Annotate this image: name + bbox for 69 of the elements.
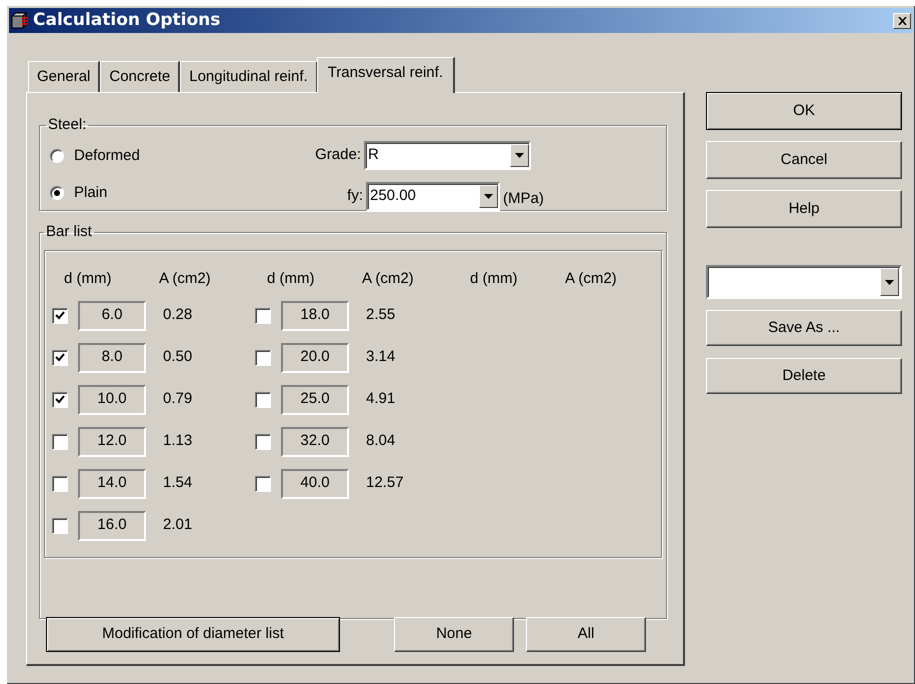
- profile-dropdown[interactable]: [706, 265, 902, 299]
- area-value: 0.28: [163, 305, 192, 326]
- app-icon: [11, 12, 29, 30]
- tab[interactable]: Concrete: [100, 61, 180, 92]
- dialog-button[interactable]: OK: [706, 92, 902, 130]
- checkbox[interactable]: [255, 350, 271, 366]
- column-header: d (mm): [64, 268, 112, 288]
- diameter-field[interactable]: 6.0: [78, 300, 146, 330]
- area-value: 0.50: [163, 347, 192, 368]
- column-header: A (cm2): [362, 268, 414, 288]
- group-title: Bar list: [45, 222, 93, 242]
- radio-label: Deformed: [74, 146, 140, 166]
- area-value: 4.91: [366, 389, 396, 410]
- grade-dropdown[interactable]: R: [364, 140, 531, 170]
- column-header: d (mm): [470, 268, 518, 288]
- diameter-field[interactable]: 12.0: [78, 426, 146, 456]
- checkmark-icon: [55, 353, 65, 362]
- area-value: 0.79: [163, 389, 192, 410]
- all-button[interactable]: All: [526, 616, 646, 652]
- dialog-button[interactable]: Help: [706, 190, 902, 228]
- diameter-field[interactable]: 14.0: [78, 468, 146, 498]
- checkbox[interactable]: [52, 518, 68, 534]
- tab[interactable]: Transversal reinf.: [316, 57, 455, 93]
- radio-button[interactable]: [50, 148, 64, 163]
- checkbox[interactable]: [52, 392, 68, 408]
- diameter-field[interactable]: 32.0: [281, 426, 349, 456]
- diameter-field[interactable]: 40.0: [281, 468, 349, 498]
- area-value: 12.57: [366, 473, 404, 494]
- checkbox[interactable]: [255, 476, 271, 492]
- diameter-field[interactable]: 25.0: [281, 384, 349, 414]
- area-value: 2.01: [163, 515, 192, 536]
- area-value: 3.14: [366, 347, 396, 368]
- checkbox[interactable]: [255, 434, 271, 450]
- radio-button[interactable]: [50, 186, 64, 200]
- profile-button[interactable]: Delete: [706, 358, 902, 394]
- column-header: d (mm): [267, 268, 316, 288]
- column-header: A (cm2): [159, 268, 211, 288]
- unit-label: (MPa): [503, 188, 544, 209]
- area-value: 2.55: [366, 305, 396, 326]
- dialog-button[interactable]: Cancel: [706, 141, 902, 179]
- checkmark-icon: [55, 395, 65, 404]
- profile-button[interactable]: Save As ...: [706, 310, 902, 346]
- checkmark-icon: [55, 311, 65, 320]
- diameter-field[interactable]: 18.0: [281, 300, 349, 330]
- checkbox[interactable]: [52, 350, 68, 366]
- diameter-field[interactable]: 10.0: [78, 384, 146, 414]
- column-header: A (cm2): [565, 268, 617, 288]
- close-icon: [898, 16, 906, 24]
- fy-dropdown[interactable]: 250.00: [366, 182, 500, 210]
- area-value: 8.04: [366, 431, 396, 452]
- diameter-field[interactable]: 16.0: [78, 510, 146, 540]
- tab[interactable]: General: [28, 61, 100, 92]
- diameter-field[interactable]: 20.0: [281, 342, 349, 372]
- close-button[interactable]: [893, 12, 911, 28]
- checkbox[interactable]: [52, 476, 68, 492]
- area-value: 1.54: [163, 473, 192, 494]
- diameter-field[interactable]: 8.0: [78, 342, 146, 372]
- none-button[interactable]: None: [394, 616, 514, 652]
- area-value: 1.13: [163, 431, 192, 452]
- window-title: Calculation Options: [33, 8, 220, 32]
- radio-label: Plain: [74, 183, 108, 203]
- field-label: fy:: [346, 186, 364, 206]
- checkbox[interactable]: [255, 392, 271, 408]
- group-title: Steel:: [47, 115, 88, 135]
- checkbox[interactable]: [255, 308, 271, 324]
- modify-list-button[interactable]: Modification of diameter list: [46, 616, 340, 652]
- field-label: Grade:: [314, 144, 362, 165]
- checkbox[interactable]: [52, 308, 68, 324]
- checkbox[interactable]: [52, 434, 68, 450]
